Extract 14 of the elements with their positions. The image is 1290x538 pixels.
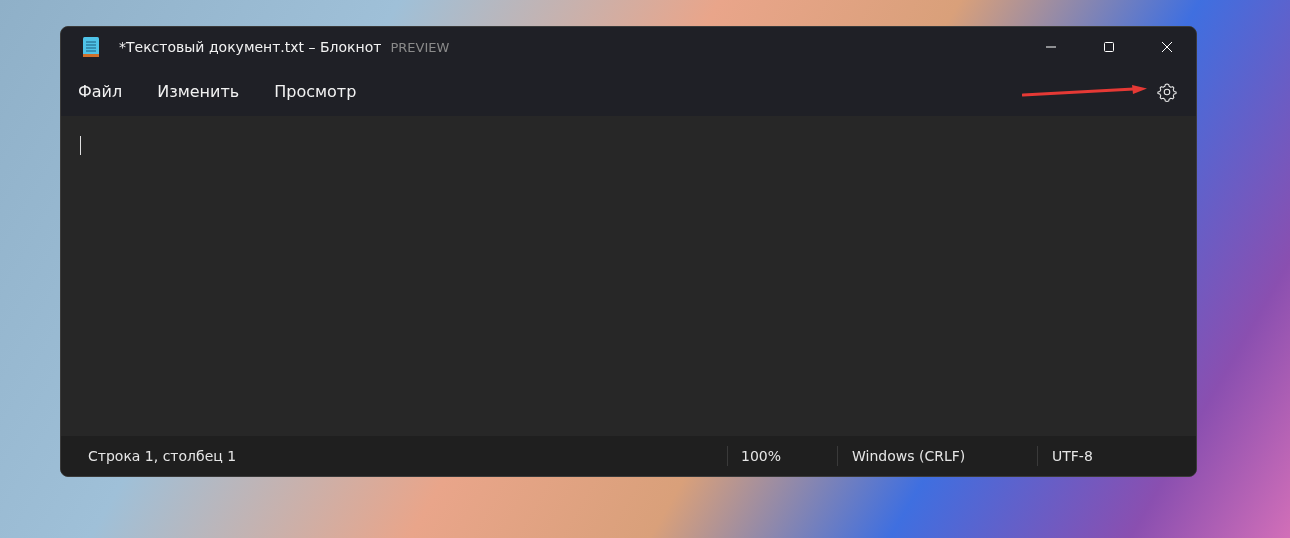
text-cursor <box>80 136 81 155</box>
maximize-icon <box>1103 41 1115 53</box>
preview-label: PREVIEW <box>390 39 450 55</box>
status-text: UTF-8 <box>1052 448 1093 464</box>
status-text: Windows (CRLF) <box>852 448 966 464</box>
status-text: 100% <box>741 448 782 464</box>
menu-item[interactable]: Файл <box>67 76 134 107</box>
menu-item[interactable]: Изменить <box>146 76 251 107</box>
close-icon <box>1161 41 1173 53</box>
status-text: Строка 1, столбец 1 <box>88 448 237 464</box>
notepad-icon <box>83 37 99 57</box>
window-title: *Текстовый документ.txt – Блокнот <box>119 39 382 55</box>
menu-item[interactable]: Просмотр <box>263 76 368 107</box>
settings-icon <box>1157 81 1177 102</box>
